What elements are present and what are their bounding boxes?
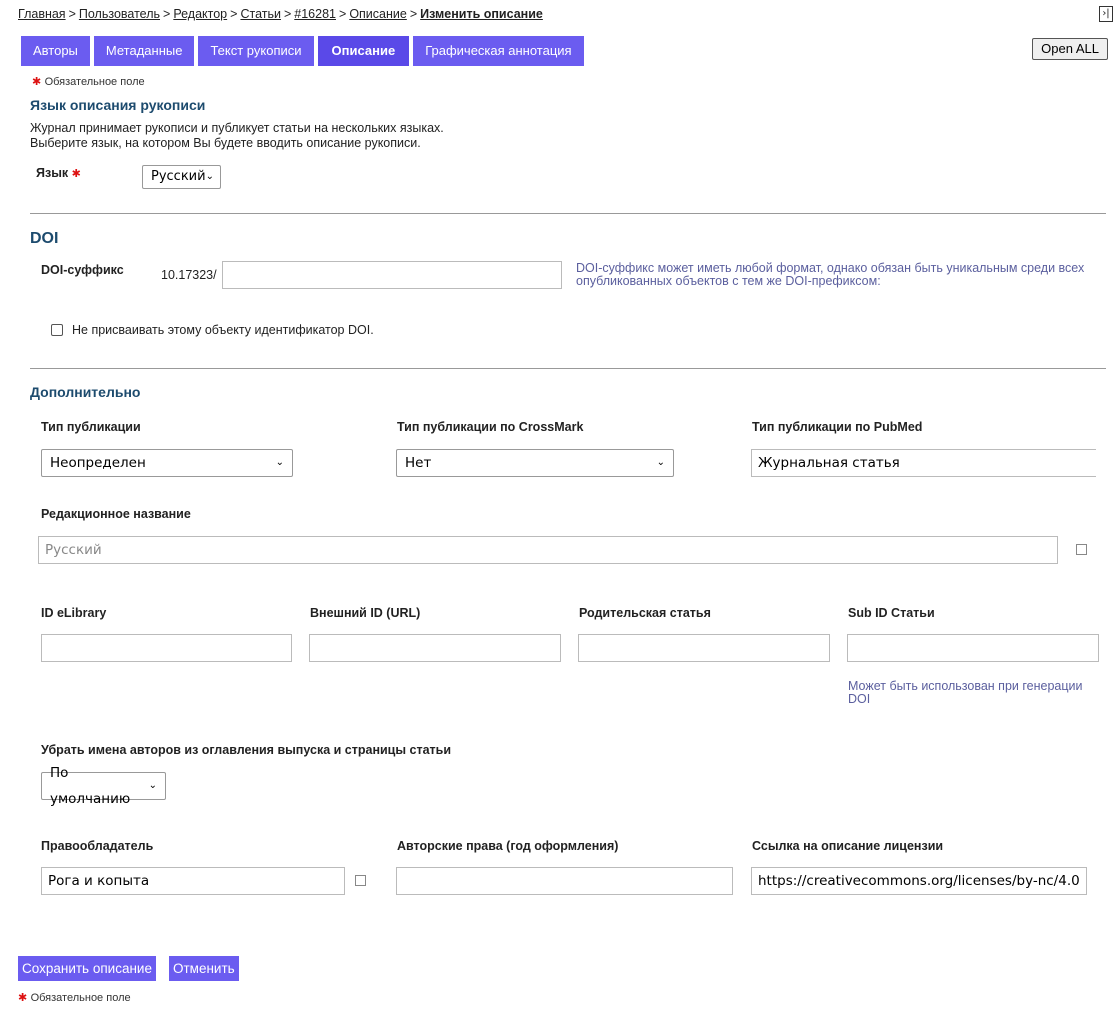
- sub-id-input[interactable]: [847, 634, 1099, 662]
- cancel-button[interactable]: Отменить: [169, 956, 239, 981]
- license-url-label: Ссылка на описание лицензии: [752, 839, 944, 853]
- tab-metadata[interactable]: Метаданные: [93, 36, 195, 66]
- breadcrumb-articles[interactable]: Статьи: [240, 7, 281, 21]
- divider: [30, 213, 1106, 214]
- no-doi-checkbox[interactable]: [51, 324, 63, 336]
- tab-authors[interactable]: Авторы: [21, 36, 90, 66]
- language-section-title: Язык описания рукописи: [30, 97, 206, 113]
- pubmed-type-input[interactable]: Журнальная статья: [751, 449, 1096, 477]
- sub-id-label: Sub ID Статьи: [848, 606, 935, 620]
- tab-manuscript-text[interactable]: Текст рукописи: [198, 36, 314, 66]
- elibrary-id-label: ID eLibrary: [41, 606, 107, 620]
- parent-article-input[interactable]: [578, 634, 830, 662]
- breadcrumb-article-id[interactable]: #16281: [294, 7, 336, 21]
- license-url-input[interactable]: https://creativecommons.org/licenses/by-…: [751, 867, 1087, 895]
- chevron-down-icon: ⌄: [148, 780, 157, 791]
- chevron-down-icon: ⌄: [205, 171, 214, 182]
- external-id-input[interactable]: [309, 634, 561, 662]
- save-description-button[interactable]: Сохранить описание: [18, 956, 156, 981]
- copyright-holder-input[interactable]: Рога и копыта: [41, 867, 345, 895]
- doi-suffix-label: DOI-суффикс: [41, 263, 124, 277]
- parent-article-label: Родительская статья: [579, 606, 711, 620]
- required-star-icon: ✱: [32, 76, 42, 88]
- breadcrumb-current: Изменить описание: [420, 7, 543, 21]
- sub-id-hint: Может быть использован при генерации DOI: [848, 679, 1083, 706]
- additional-section-title: Дополнительно: [30, 384, 141, 400]
- required-note-top: ✱ Обязательное поле: [32, 76, 145, 88]
- copyright-year-input[interactable]: [396, 867, 733, 895]
- language-label: Язык ✱: [36, 166, 81, 180]
- required-star-icon: ✱: [18, 992, 28, 1004]
- open-all-button[interactable]: Open ALL: [1032, 38, 1108, 60]
- crossmark-type-label: Тип публикации по CrossMark: [397, 420, 584, 434]
- hide-authors-select[interactable]: По умолчанию ⌄: [41, 765, 166, 807]
- tab-bar: Авторы Метаданные Текст рукописи Описани…: [21, 36, 584, 66]
- copyright-year-label: Авторские права (год оформления): [397, 839, 619, 853]
- copyright-holder-label: Правообладатель: [41, 839, 154, 853]
- collapse-panel-icon[interactable]: ›|: [1099, 6, 1113, 22]
- required-note-bottom: ✱ Обязательное поле: [18, 992, 131, 1004]
- editorial-title-input[interactable]: Русский: [38, 536, 1058, 564]
- doi-section-title: DOI: [30, 230, 59, 247]
- chevron-down-icon: ⌄: [275, 457, 284, 468]
- elibrary-id-input[interactable]: [41, 634, 292, 662]
- doi-suffix-hint: DOI-суффикс может иметь любой формат, од…: [576, 261, 1085, 288]
- editorial-title-label: Редакционное название: [41, 507, 191, 521]
- external-id-label: Внешний ID (URL): [310, 606, 421, 620]
- chevron-down-icon: ⌄: [656, 457, 665, 468]
- tab-graphical-abstract[interactable]: Графическая аннотация: [413, 36, 584, 66]
- publication-type-select[interactable]: Неопределен ⌄: [41, 449, 293, 477]
- breadcrumb-description[interactable]: Описание: [349, 7, 407, 21]
- tab-description[interactable]: Описание: [317, 36, 410, 66]
- pubmed-type-label: Тип публикации по PubMed: [752, 420, 923, 434]
- doi-prefix: 10.17323/: [161, 268, 217, 282]
- no-doi-label: Не присваивать этому объекту идентификат…: [72, 323, 374, 337]
- breadcrumb-editor[interactable]: Редактор: [173, 7, 227, 21]
- required-star-icon: ✱: [71, 168, 81, 180]
- breadcrumb-user[interactable]: Пользователь: [79, 7, 160, 21]
- expand-icon[interactable]: [1076, 544, 1087, 555]
- language-select[interactable]: Русский ⌄: [142, 165, 221, 189]
- divider: [30, 368, 1106, 369]
- publication-type-label: Тип публикации: [41, 420, 141, 434]
- crossmark-type-select[interactable]: Нет ⌄: [396, 449, 674, 477]
- hide-authors-label: Убрать имена авторов из оглавления выпус…: [41, 743, 452, 757]
- expand-icon[interactable]: [355, 875, 366, 886]
- breadcrumb-home[interactable]: Главная: [18, 7, 66, 21]
- language-section-description: Журнал принимает рукописи и публикует ст…: [30, 121, 444, 150]
- breadcrumb: Главная > Пользователь > Редактор > Статьи > #16…: [18, 7, 543, 21]
- doi-suffix-input[interactable]: [222, 261, 562, 289]
